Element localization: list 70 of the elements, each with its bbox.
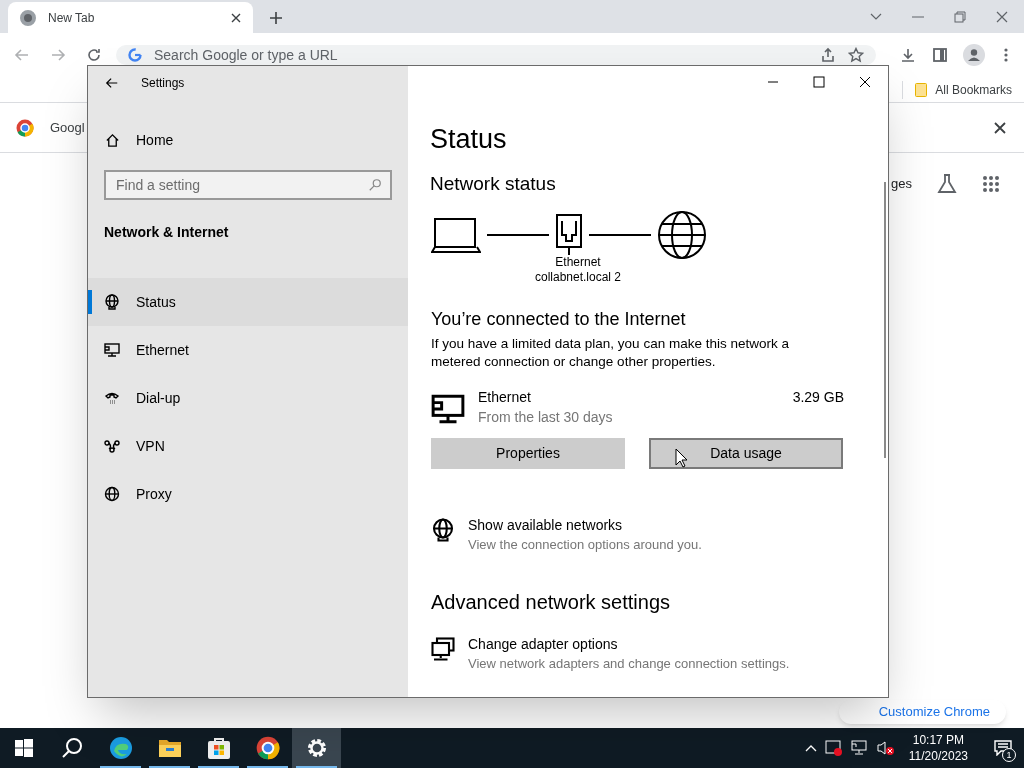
- google-g-icon: [128, 48, 142, 62]
- adapter-name: Ethernet: [478, 388, 531, 406]
- scrollbar[interactable]: [884, 182, 886, 458]
- globe-monitor-icon[interactable]: [431, 518, 455, 542]
- network-icon[interactable]: [850, 740, 869, 756]
- clock[interactable]: 10:17 PM 11/20/2023: [902, 732, 974, 764]
- link-description: View network adapters and change connection settings.: [468, 655, 790, 672]
- vpn-icon: [104, 438, 120, 454]
- search-icon: [368, 178, 382, 192]
- flask-icon[interactable]: [936, 173, 958, 195]
- ethernet-icon: [431, 392, 465, 426]
- settings-link[interactable]: Show available networks: [468, 516, 623, 534]
- infobar-text: Googl: [50, 118, 85, 137]
- speaker-muted-icon[interactable]: [876, 740, 895, 756]
- gear-icon[interactable]: [292, 728, 341, 768]
- cursor-icon: [675, 448, 689, 468]
- chrome-logo-icon: [20, 9, 36, 26]
- folder-icon: [915, 82, 928, 97]
- share-icon[interactable]: [820, 47, 836, 63]
- nav-item[interactable]: Ethernet: [88, 326, 408, 374]
- phone-icon: [104, 390, 120, 406]
- star-icon[interactable]: [848, 47, 864, 63]
- network-label: Ethernet: [555, 255, 601, 270]
- globe-monitor-icon: [104, 294, 120, 310]
- section-heading: Advanced network settings: [431, 590, 671, 615]
- settings-link[interactable]: Change adapter options: [468, 635, 618, 653]
- restore-icon[interactable]: [954, 10, 966, 23]
- close-icon[interactable]: [231, 12, 241, 23]
- laptop-icon: [431, 215, 481, 255]
- globe-icon: [104, 486, 120, 502]
- chrome-logo-icon: [16, 118, 34, 137]
- action-button[interactable]: Properties: [431, 438, 625, 469]
- address-bar[interactable]: Search Google or type a URL: [116, 45, 876, 65]
- apps-grid-icon[interactable]: [982, 175, 1000, 193]
- network-label: collabnet.local 2: [534, 270, 622, 285]
- nav-item[interactable]: Proxy: [88, 470, 408, 518]
- link-description: View the connection options around you.: [468, 536, 702, 553]
- description-text: If you have a limited data plan, you can make this network a metered connection or change other properties.: [431, 335, 790, 371]
- new-tab-icon[interactable]: [269, 11, 283, 25]
- ethernet-port-icon: [555, 213, 583, 257]
- close-icon[interactable]: [994, 121, 1006, 134]
- nav-item[interactable]: Dial-up: [88, 374, 408, 422]
- data-usage-amount: 3.29 GB: [792, 388, 844, 406]
- section-heading: Network status: [430, 172, 556, 196]
- status-heading: You’re connected to the Internet: [431, 308, 686, 331]
- browser-tab[interactable]: New Tab: [8, 2, 253, 33]
- security-alert-icon[interactable]: [824, 739, 843, 757]
- nav-item[interactable]: VPN: [88, 422, 408, 470]
- chevron-up-icon[interactable]: [804, 744, 817, 752]
- page-title: Status: [430, 123, 507, 156]
- images-link[interactable]: ges: [891, 174, 912, 194]
- nav-item[interactable]: Status: [88, 278, 408, 326]
- chevron-down-icon[interactable]: [870, 12, 882, 21]
- monitors-icon[interactable]: [431, 637, 455, 661]
- adapter-subtitle: From the last 30 days: [478, 408, 613, 426]
- ethernet-icon: [104, 342, 120, 358]
- customize-chrome-button[interactable]: Customize Chrome: [838, 700, 1006, 724]
- action-button[interactable]: Data usage: [649, 438, 843, 469]
- notification-count: 1: [1002, 748, 1016, 762]
- bookmarks-folder-link[interactable]: All Bookmarks: [902, 80, 1012, 99]
- home-icon: [105, 132, 120, 148]
- search-field[interactable]: Find a setting: [104, 170, 392, 200]
- profile-icon[interactable]: [960, 44, 988, 66]
- back-icon[interactable]: [105, 76, 119, 90]
- window-title: Settings: [141, 75, 185, 92]
- globe-icon: [657, 210, 707, 260]
- notifications-icon[interactable]: [994, 740, 1012, 756]
- section-heading: Network & Internet: [103, 223, 230, 242]
- home-nav-item[interactable]: Home: [88, 122, 408, 158]
- close-icon[interactable]: [996, 10, 1008, 23]
